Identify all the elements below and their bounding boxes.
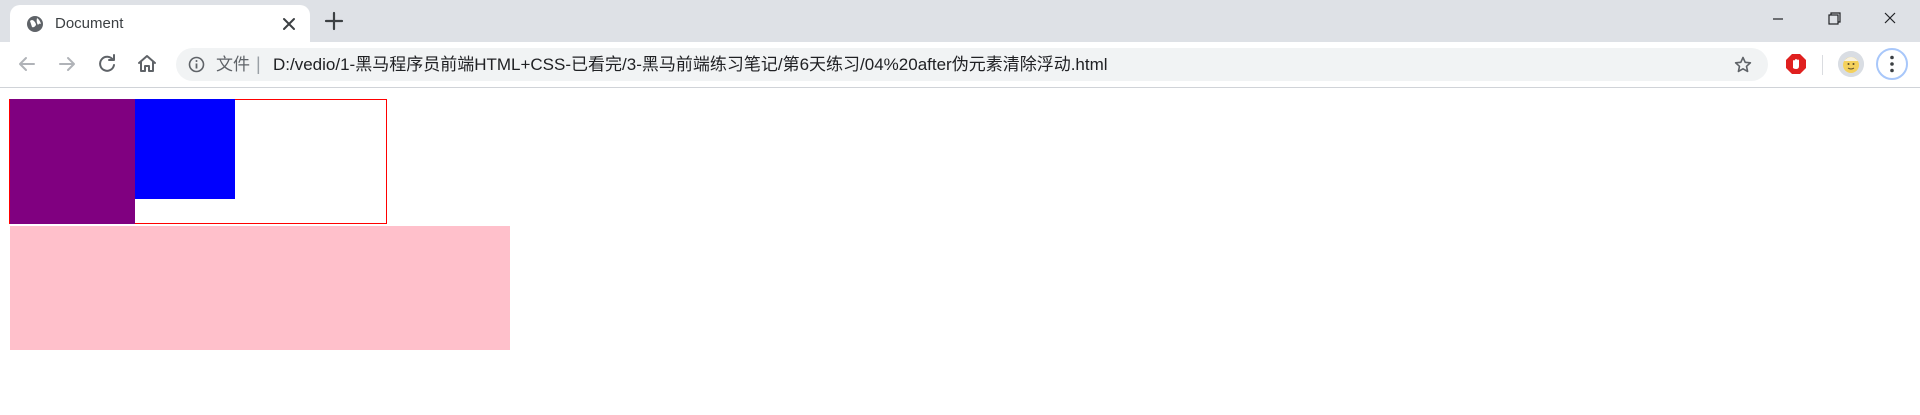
home-icon[interactable] [133, 50, 161, 78]
browser-toolbar: 文件 | D:/vedio/1-黑马程序员前端HTML+CSS-已看完/3-黑马… [0, 42, 1920, 88]
avatar-icon [1838, 51, 1864, 77]
reload-icon[interactable] [93, 50, 121, 78]
tab-strip: Document [0, 0, 1920, 42]
scheme-separator: | [256, 54, 261, 74]
new-tab-plus-icon[interactable] [323, 10, 345, 32]
forward-arrow-icon[interactable] [53, 50, 81, 78]
window-close-icon[interactable] [1862, 0, 1918, 40]
scheme-label: 文件 [216, 55, 250, 74]
url-text[interactable]: D:/vedio/1-黑马程序员前端HTML+CSS-已看完/3-黑马前端练习笔… [273, 55, 1108, 74]
restore-icon[interactable] [1806, 0, 1862, 40]
minimize-icon[interactable] [1750, 0, 1806, 40]
more-vert-icon [1890, 55, 1894, 73]
purple-float-block [10, 99, 135, 224]
browser-menu-button[interactable] [1876, 48, 1908, 80]
info-icon[interactable] [188, 56, 205, 73]
tab-title: Document [55, 15, 124, 32]
toolbar-divider [1822, 55, 1823, 75]
adblock-icon[interactable] [1784, 52, 1808, 76]
blue-float-block [135, 99, 235, 199]
profile-avatar[interactable] [1838, 51, 1864, 77]
globe-icon [27, 16, 43, 32]
tab-close-icon[interactable] [278, 13, 300, 35]
bookmark-star-icon[interactable] [1733, 55, 1753, 75]
page-viewport [0, 88, 1920, 415]
back-arrow-icon[interactable] [13, 50, 41, 78]
pink-block [10, 226, 510, 350]
tab-document[interactable]: Document [10, 5, 310, 42]
address-bar[interactable]: 文件 | D:/vedio/1-黑马程序员前端HTML+CSS-已看完/3-黑马… [176, 48, 1768, 81]
